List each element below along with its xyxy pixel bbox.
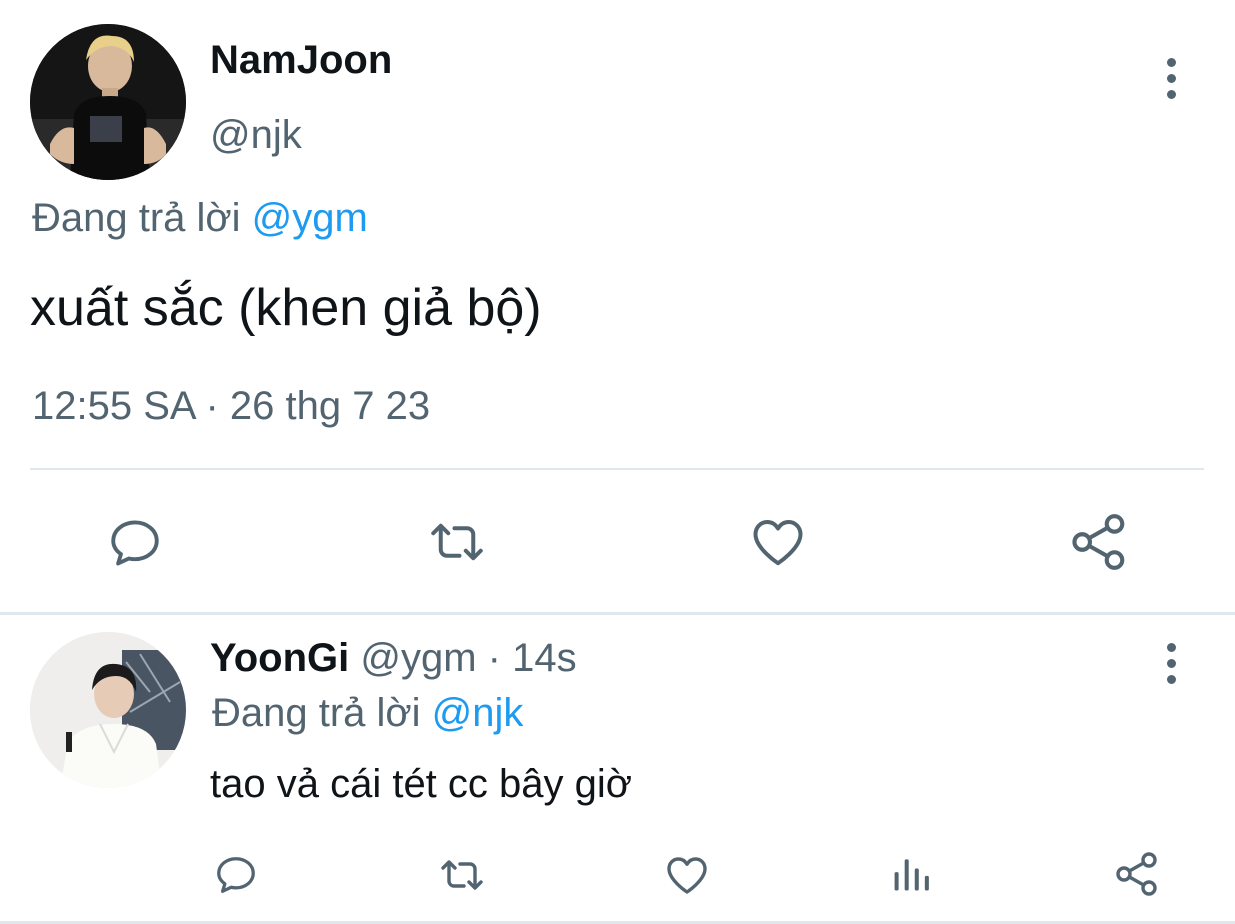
author-name[interactable]: NamJoon	[210, 38, 392, 83]
reply-replying-to-handle[interactable]: @njk	[432, 691, 524, 735]
author-avatar[interactable]	[30, 24, 186, 180]
reply-text: tao vả cái tét cc bây giờ	[210, 762, 632, 806]
reply-header: YoonGi @ygm · 14s	[210, 636, 577, 681]
reply-more-options-icon[interactable]	[1160, 643, 1182, 684]
share-icon[interactable]	[1068, 511, 1130, 573]
replying-to: Đang trả lời @ygm	[32, 196, 368, 241]
reply-time-ago: 14s	[512, 636, 577, 680]
reply-icon[interactable]	[106, 514, 164, 572]
like-icon[interactable]	[747, 512, 809, 572]
analytics-icon[interactable]	[890, 852, 934, 896]
replying-to-prefix: Đang trả lời	[32, 196, 241, 240]
reply-replying-to: Đang trả lời @njk	[212, 691, 523, 736]
reply-replying-to-prefix: Đang trả lời	[212, 691, 421, 735]
reply-author-avatar[interactable]	[30, 632, 186, 788]
retweet-icon[interactable]	[424, 512, 490, 572]
more-options-icon[interactable]	[1160, 58, 1182, 99]
reply-author-name[interactable]: YoonGi	[210, 636, 349, 680]
divider	[30, 468, 1204, 470]
tweet-text: xuất sắc (khen giả bộ)	[30, 279, 542, 337]
tweet-timestamp: 12:55 SA · 26 thg 7 23	[32, 384, 431, 428]
like-icon[interactable]	[663, 851, 711, 899]
reply-icon[interactable]	[213, 852, 259, 898]
share-icon[interactable]	[1113, 850, 1161, 898]
replying-to-handle[interactable]: @ygm	[252, 196, 368, 240]
retweet-icon[interactable]	[435, 851, 489, 899]
section-divider	[0, 612, 1235, 615]
author-handle[interactable]: @njk	[210, 113, 302, 158]
reply-author-handle[interactable]: @ygm	[360, 636, 476, 680]
meta-separator: ·	[476, 636, 513, 680]
